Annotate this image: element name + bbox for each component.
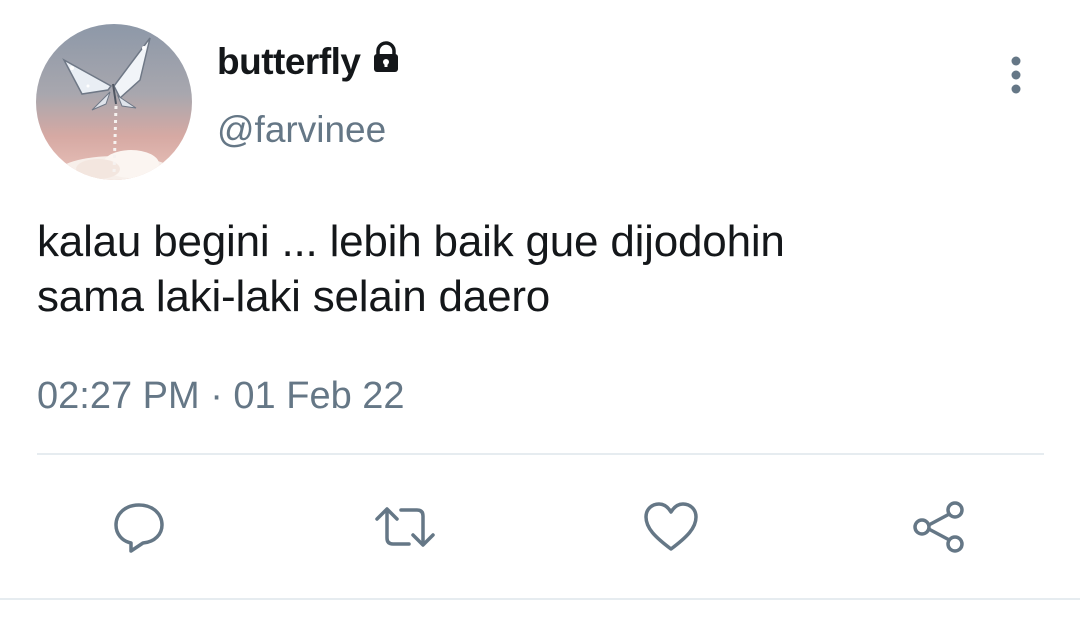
lock-icon	[369, 40, 403, 84]
tweet-text-line: sama laki-laki selain daero	[37, 272, 551, 321]
heart-icon	[644, 502, 698, 551]
speech-bubble-icon	[114, 503, 164, 553]
avatar[interactable]	[36, 24, 192, 180]
divider	[37, 453, 1044, 455]
bottom-divider	[0, 598, 1080, 600]
tweet-timestamp[interactable]: 02:27 PM · 01 Feb 22	[37, 373, 405, 419]
butterfly-avatar-icon	[56, 37, 176, 180]
tweet-text-line: kalau begini ... lebih baik gue dijodohi…	[37, 217, 785, 266]
user-handle[interactable]: @farvinee	[217, 108, 386, 152]
display-name-text: butterfly	[217, 41, 361, 82]
share-nodes-icon	[913, 501, 964, 553]
retweet-button[interactable]	[373, 495, 437, 559]
tweet-text: kalau begini ... lebih baik gue dijodohi…	[37, 214, 1037, 324]
like-button[interactable]	[639, 495, 703, 559]
reply-button[interactable]	[107, 495, 171, 559]
share-button[interactable]	[907, 495, 971, 559]
display-name[interactable]: butterfly	[217, 40, 403, 84]
more-options-icon[interactable]	[1004, 55, 1028, 95]
retweet-arrows-icon	[375, 507, 435, 547]
